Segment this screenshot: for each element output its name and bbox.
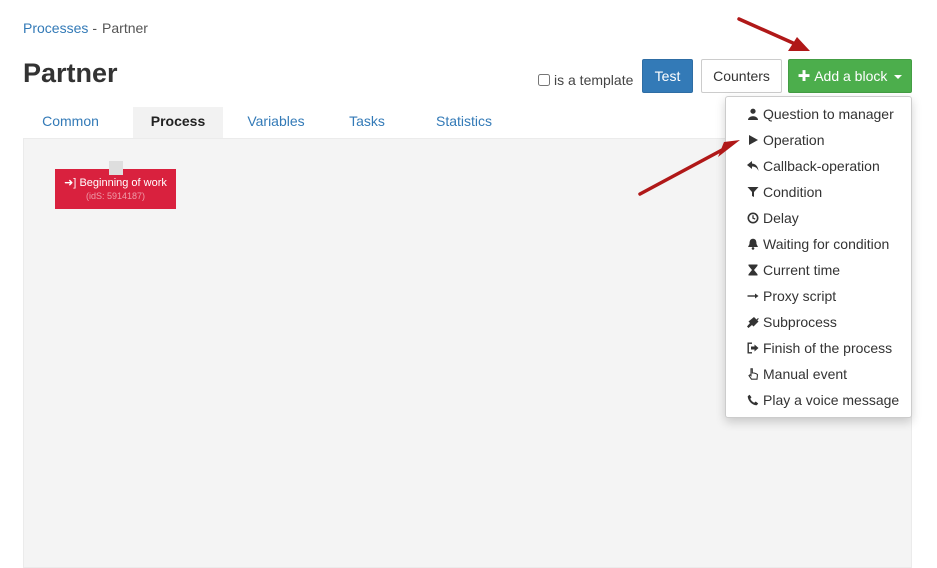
is-template-checkbox-label[interactable]: is a template bbox=[538, 72, 633, 88]
tab-common[interactable]: Common bbox=[23, 107, 118, 138]
menu-item-label: Current time bbox=[763, 262, 841, 278]
menu-item-current-time[interactable]: Current time bbox=[726, 257, 911, 283]
is-template-checkbox[interactable] bbox=[538, 74, 550, 86]
menu-item-label: Condition bbox=[763, 184, 823, 200]
page-title: Partner bbox=[23, 58, 118, 88]
menu-item-delay[interactable]: Delay bbox=[726, 205, 911, 231]
add-block-dropdown: Question to manager Operation Callback-o… bbox=[725, 96, 912, 418]
menu-item-waiting-for-condition[interactable]: Waiting for condition bbox=[726, 231, 911, 257]
annotation-arrow-to-add-block bbox=[737, 17, 795, 45]
plug-icon bbox=[746, 315, 760, 329]
menu-item-label: Waiting for condition bbox=[763, 236, 890, 252]
bell-icon bbox=[746, 237, 760, 251]
breadcrumb-separator: - bbox=[92, 20, 98, 36]
menu-item-label: Operation bbox=[763, 132, 825, 148]
counters-button[interactable]: Counters bbox=[701, 59, 782, 93]
reply-icon bbox=[746, 159, 760, 173]
tab-process[interactable]: Process bbox=[133, 107, 223, 138]
menu-item-label: Play a voice message bbox=[763, 392, 900, 408]
process-block-beginning-of-work[interactable]: ➜] Beginning of work (idS: 5914187) bbox=[55, 169, 176, 209]
is-template-label: is a template bbox=[554, 72, 634, 88]
menu-item-manual-event[interactable]: Manual event bbox=[726, 361, 911, 387]
tab-tasks[interactable]: Tasks bbox=[332, 107, 402, 138]
menu-item-question-to-manager[interactable]: Question to manager bbox=[726, 101, 911, 127]
plus-icon: ✚ bbox=[797, 68, 811, 85]
tab-statistics[interactable]: Statistics bbox=[419, 107, 509, 138]
menu-item-play-a-voice-message[interactable]: Play a voice message bbox=[726, 387, 911, 413]
filter-icon bbox=[746, 185, 760, 199]
menu-item-label: Finish of the process bbox=[763, 340, 893, 356]
breadcrumb-current: Partner bbox=[102, 20, 148, 36]
block-ids: (idS: 5914187) bbox=[85, 191, 146, 201]
sign-out-icon bbox=[746, 341, 760, 355]
menu-item-finish-of-the-process[interactable]: Finish of the process bbox=[726, 335, 911, 361]
menu-item-label: Delay bbox=[763, 210, 799, 226]
add-block-button[interactable]: ✚ Add a block bbox=[788, 59, 912, 93]
play-icon bbox=[746, 133, 760, 147]
menu-item-label: Question to manager bbox=[763, 106, 894, 122]
menu-item-subprocess[interactable]: Subprocess bbox=[726, 309, 911, 335]
breadcrumb: Processes - Partner bbox=[23, 20, 148, 36]
caret-down-icon bbox=[894, 75, 903, 79]
test-button[interactable]: Test bbox=[642, 59, 693, 93]
block-title: Beginning of work bbox=[79, 177, 167, 189]
user-icon bbox=[746, 107, 760, 121]
menu-item-condition[interactable]: Condition bbox=[726, 179, 911, 205]
phone-icon bbox=[746, 393, 760, 407]
clock-icon bbox=[746, 211, 760, 225]
breadcrumb-processes-link[interactable]: Processes bbox=[23, 20, 88, 36]
long-arrow-right-icon bbox=[746, 289, 760, 303]
hand-pointer-icon bbox=[746, 367, 760, 381]
menu-item-proxy-script[interactable]: Proxy script bbox=[726, 283, 911, 309]
menu-item-operation[interactable]: Operation bbox=[726, 127, 911, 153]
add-block-label: Add a block bbox=[814, 68, 888, 84]
hourglass-icon bbox=[746, 263, 760, 277]
block-connector-handle[interactable] bbox=[109, 161, 123, 175]
tab-variables[interactable]: Variables bbox=[231, 107, 321, 138]
menu-item-label: Subprocess bbox=[763, 314, 837, 330]
sign-in-icon: ➜] bbox=[64, 177, 77, 189]
menu-item-callback-operation[interactable]: Callback-operation bbox=[726, 153, 911, 179]
menu-item-label: Callback-operation bbox=[763, 158, 880, 174]
annotation-arrow-to-add-block-head bbox=[788, 37, 810, 51]
menu-item-label: Proxy script bbox=[763, 288, 837, 304]
menu-item-label: Manual event bbox=[763, 366, 848, 382]
tabs: Common Process Variables Tasks Statistic… bbox=[23, 107, 509, 138]
